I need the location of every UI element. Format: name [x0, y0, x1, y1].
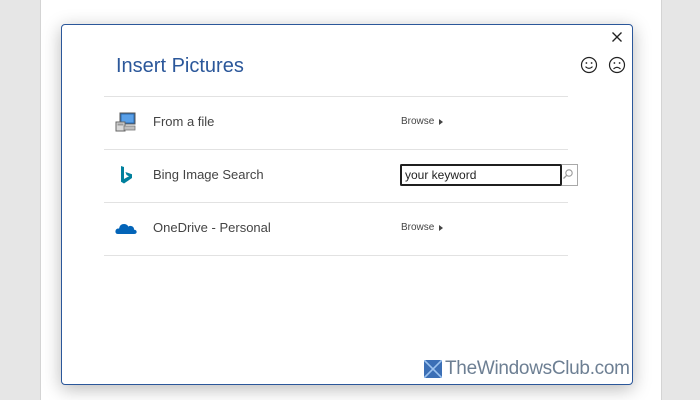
- browse-label: Browse: [401, 116, 435, 127]
- computer-icon: [114, 110, 138, 134]
- caret-right-icon: [439, 118, 444, 125]
- onedrive-browse-link[interactable]: Browse: [401, 222, 444, 233]
- watermark-text: TheWindowsClub.com: [445, 358, 630, 379]
- windows-logo-icon: [424, 360, 442, 378]
- send-frown-button[interactable]: [608, 56, 626, 74]
- onedrive-label: OneDrive - Personal: [153, 220, 271, 235]
- frown-icon: [608, 56, 626, 74]
- from-file-label: From a file: [153, 114, 215, 129]
- insert-pictures-dialog: Insert Pictures From a file Browse Bing …: [61, 24, 633, 385]
- caret-right-icon: [439, 224, 444, 231]
- bing-search-input[interactable]: [400, 164, 562, 186]
- bing-icon: [114, 163, 138, 187]
- dialog-title: Insert Pictures: [116, 55, 244, 77]
- smile-icon: [580, 56, 598, 74]
- close-button[interactable]: [608, 28, 626, 46]
- from-file-browse-link[interactable]: Browse: [401, 116, 444, 127]
- bing-search-label: Bing Image Search: [153, 167, 264, 182]
- bing-search-row: Bing Image Search: [104, 149, 578, 202]
- bing-search-box: [400, 164, 578, 186]
- browse-label: Browse: [401, 222, 435, 233]
- onedrive-row[interactable]: OneDrive - Personal Browse: [104, 202, 568, 256]
- onedrive-icon: [114, 216, 138, 240]
- search-icon[interactable]: [562, 168, 574, 180]
- close-icon: [612, 32, 622, 42]
- send-smile-button[interactable]: [580, 56, 598, 74]
- watermark: TheWindowsClub.com: [424, 358, 630, 380]
- from-file-row[interactable]: From a file Browse: [104, 96, 568, 149]
